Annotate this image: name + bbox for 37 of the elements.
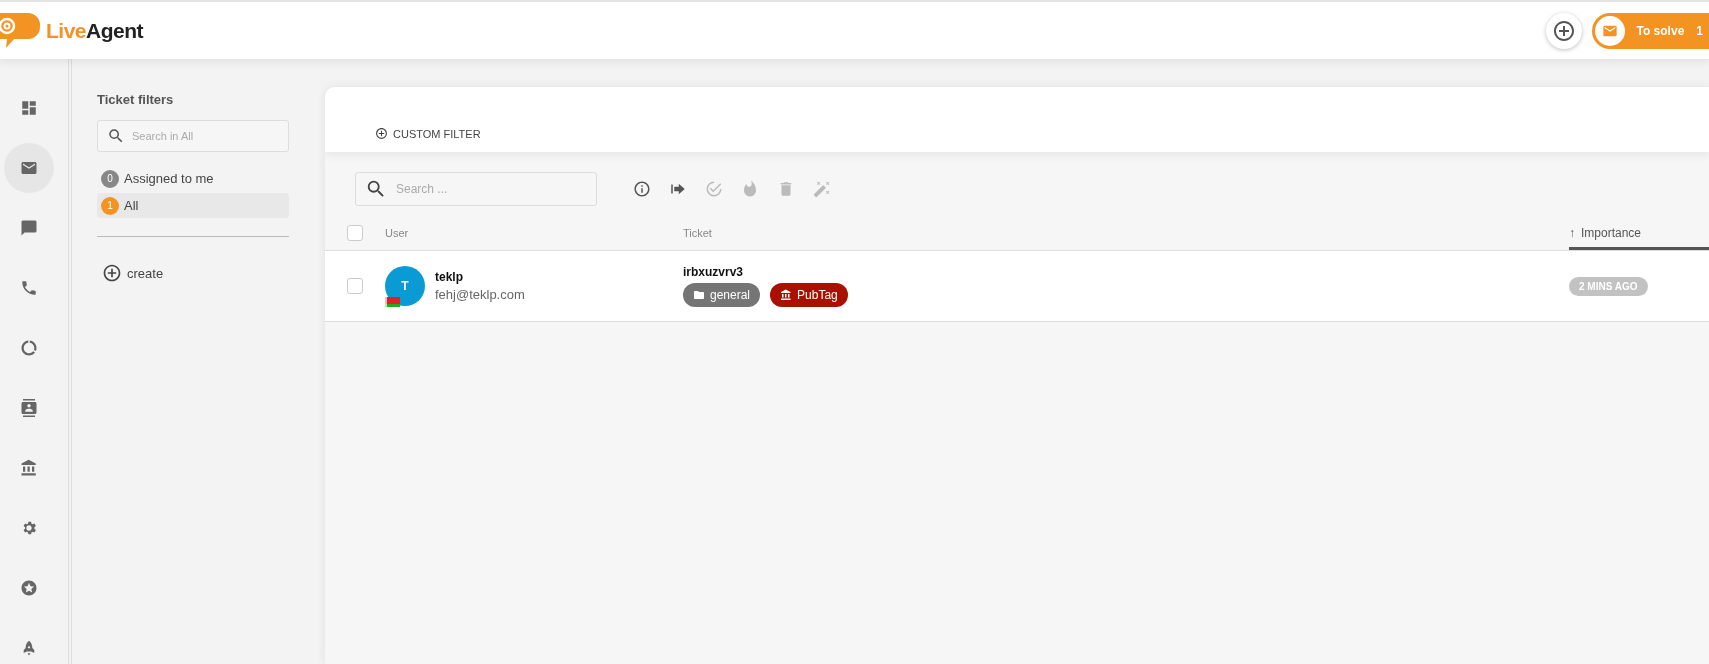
bank-icon xyxy=(20,459,38,477)
filter-item[interactable]: 1 All xyxy=(97,193,289,218)
dashboard-icon xyxy=(20,99,38,117)
filter-item[interactable]: 0 Assigned to me xyxy=(97,166,289,191)
count-badge: 1 xyxy=(101,196,119,215)
mail-icon xyxy=(20,159,38,177)
panel-title: Ticket filters xyxy=(97,92,175,107)
nav-item[interactable] xyxy=(4,143,54,193)
bank-icon xyxy=(780,289,793,301)
folder-icon xyxy=(693,289,705,301)
star-icon xyxy=(20,579,38,597)
add-button[interactable] xyxy=(1545,12,1582,49)
flame-icon xyxy=(741,179,759,198)
ring-chart-icon xyxy=(20,339,38,357)
logo-text: LiveAgent xyxy=(46,18,144,43)
search-field[interactable]: Search ... xyxy=(355,171,597,206)
chat-icon xyxy=(20,219,38,237)
avatar: T xyxy=(385,266,425,306)
user-email: fehj@teklp.com xyxy=(435,287,525,302)
search-icon xyxy=(107,127,125,145)
info-icon xyxy=(633,179,651,198)
select-all-checkbox[interactable] xyxy=(347,225,363,241)
count-badge: 0 xyxy=(101,169,119,188)
magic-wand-icon xyxy=(813,179,831,198)
create-button[interactable]: create xyxy=(97,263,289,283)
search-field[interactable]: Search in All xyxy=(97,120,289,152)
toolbar-button[interactable] xyxy=(633,179,651,198)
user-name: teklp xyxy=(435,270,464,284)
phone-icon xyxy=(20,279,38,297)
ticket-subject[interactable]: irbxuzvrv3 xyxy=(683,265,744,279)
time-badge: 2 MINS AGO xyxy=(1569,276,1648,296)
sort-arrow: ↑ xyxy=(1569,226,1575,240)
tag-chip[interactable]: PubTag xyxy=(770,283,848,307)
custom-filter-button[interactable]: CUSTOM FILTER xyxy=(375,127,481,140)
department-tag[interactable]: general xyxy=(683,283,761,307)
contact-card-icon xyxy=(20,399,38,417)
row-checkbox[interactable] xyxy=(347,278,363,294)
